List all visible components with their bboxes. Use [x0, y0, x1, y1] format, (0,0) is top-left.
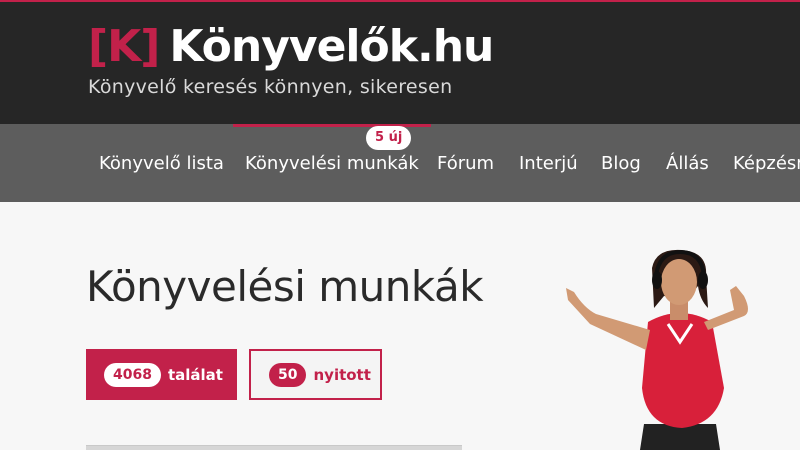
job-list-top — [86, 445, 462, 450]
nav-item-allas[interactable]: Állás — [666, 124, 709, 202]
nav-item-blog[interactable]: Blog — [601, 124, 641, 202]
face-shape — [661, 259, 697, 305]
dancing-woman-illustration — [566, 249, 748, 450]
open-count: 50 — [269, 362, 307, 387]
nav-item-forum[interactable]: Fórum — [437, 124, 494, 202]
results-label: találat — [167, 365, 223, 384]
page-title: Könyvelési munkák — [86, 262, 484, 311]
results-count: 4068 — [104, 362, 161, 387]
nav-item-interju[interactable]: Interjú — [519, 124, 578, 202]
nav-item-kepzes[interactable]: Képzésm — [733, 124, 800, 202]
results-button[interactable]: 4068 találat — [86, 349, 237, 400]
site-logo[interactable]: [K] Könyvelők.hu — [88, 21, 494, 72]
new-jobs-badge: 5 új — [366, 126, 412, 150]
open-label: nyitott — [313, 365, 371, 384]
nav-item-konyvelo-lista[interactable]: Könyvelő lista — [99, 124, 224, 202]
site-header: [K] Könyvelők.hu Könyvelő keresés könnye… — [0, 0, 800, 124]
left-arm — [566, 288, 650, 350]
pants-shape — [640, 424, 720, 450]
shirt-shape — [642, 313, 724, 428]
headphone-right — [698, 271, 708, 289]
right-arm — [704, 286, 748, 330]
headphone-left — [652, 271, 662, 289]
open-jobs-button[interactable]: 50 nyitott — [249, 349, 382, 400]
logo-name: Könyvelők.hu — [169, 21, 494, 72]
logo-mark: [K] — [88, 21, 160, 72]
site-tagline: Könyvelő keresés könnyen, sikeresen — [88, 76, 453, 98]
page: [K] Könyvelők.hu Könyvelő keresés könnye… — [0, 0, 800, 450]
